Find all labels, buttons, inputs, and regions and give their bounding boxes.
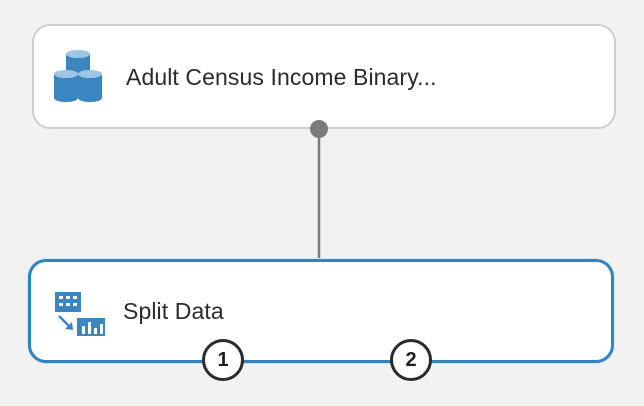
dataset-module-label: Adult Census Income Binary... [126, 64, 437, 90]
split-data-module[interactable]: Split Data [28, 259, 614, 363]
split-data-icon [55, 292, 105, 336]
dataset-output-port[interactable] [310, 120, 328, 138]
split-data-module-label: Split Data [123, 298, 224, 324]
split-output-port-1[interactable]: 1 [202, 339, 244, 381]
experiment-canvas[interactable]: Adult Census Income Binary... Split Data… [0, 0, 644, 406]
output-port-2-label: 2 [405, 348, 417, 371]
database-icon [54, 50, 102, 102]
split-output-port-2[interactable]: 2 [390, 339, 432, 381]
dataset-module-adult-census[interactable]: Adult Census Income Binary... [32, 24, 616, 129]
output-port-1-label: 1 [217, 348, 229, 371]
